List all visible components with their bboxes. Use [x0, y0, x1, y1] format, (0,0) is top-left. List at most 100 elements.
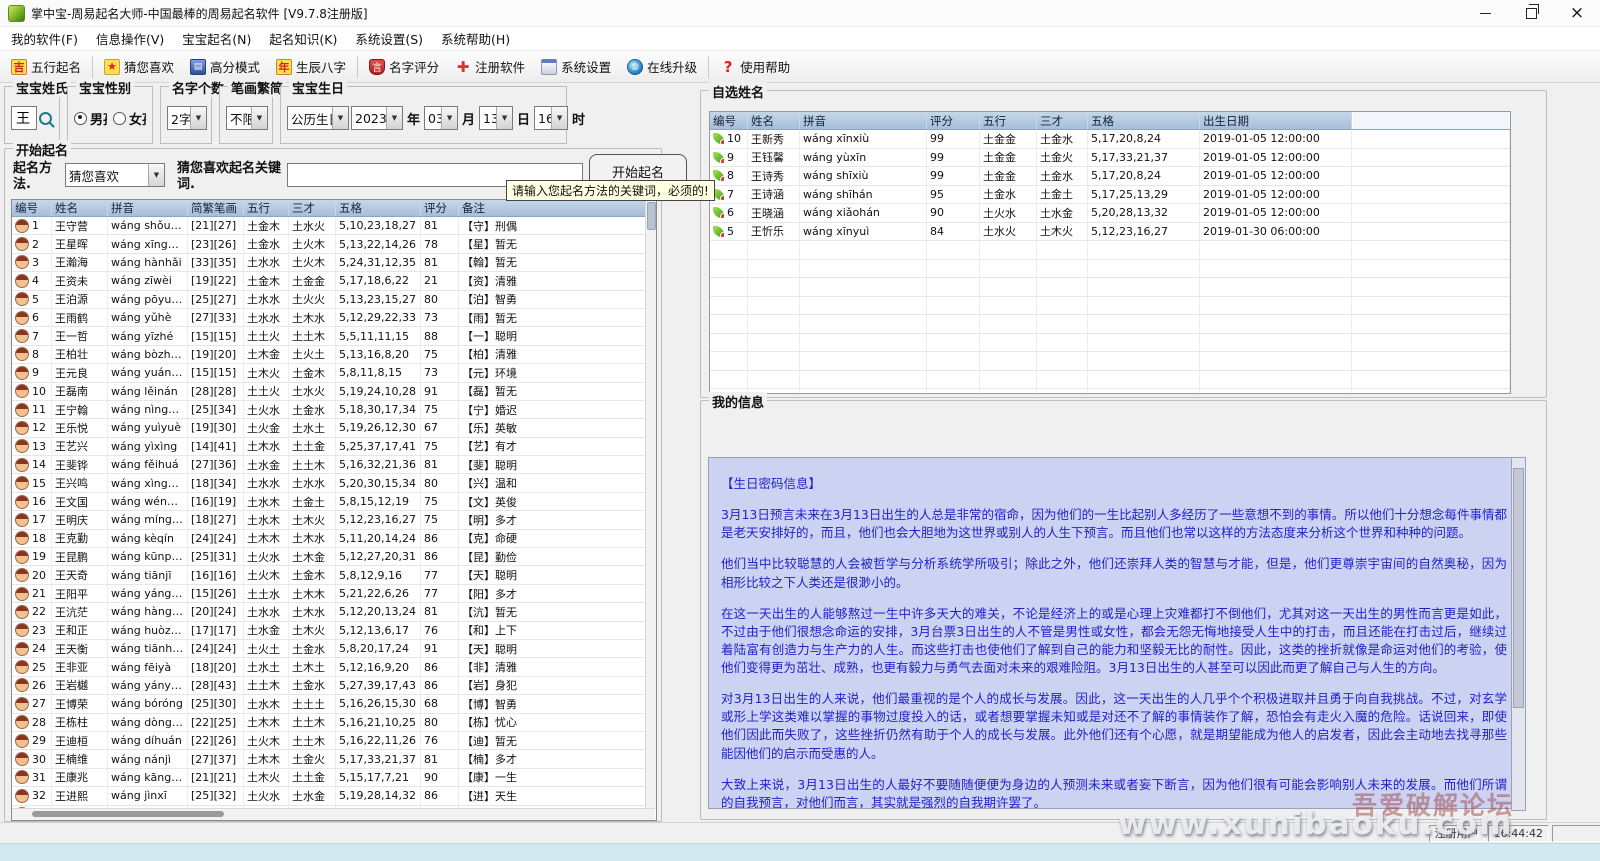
- column-header[interactable]: 五行: [980, 112, 1037, 129]
- table-row[interactable]: 3王瀚海wáng hànhǎi[33][35]土水水土火木5,24,31,12,…: [12, 254, 656, 272]
- table-row[interactable]: 10王磊南wáng lěinán[28][28]土土火土水火5,19,24,10…: [12, 383, 656, 401]
- toolbar-score-button[interactable]: 言名字评分: [361, 54, 447, 80]
- table-row[interactable]: 20王天奇wáng tiānjī[16][16]土火木土金木5,8,12,9,1…: [12, 566, 656, 584]
- name-count-select[interactable]: 2字▼: [167, 106, 207, 130]
- table-row[interactable]: 18王克勤wáng kèqín[24][24]土木木土木水5,11,20,14,…: [12, 530, 656, 548]
- surname-search-button[interactable]: [37, 106, 53, 130]
- table-row[interactable]: 10王新秀wáng xīnxiù99土金金土金水5,17,20,8,242019…: [710, 130, 1510, 149]
- column-header[interactable]: 三才: [1037, 112, 1088, 129]
- table-row[interactable]: 7王诗涵wáng shīhán95土金水土金土5,17,25,13,292019…: [710, 186, 1510, 205]
- surname-input[interactable]: [11, 106, 37, 130]
- results-vscroll-thumb[interactable]: [647, 202, 656, 230]
- column-header[interactable]: 评分: [421, 200, 459, 216]
- table-row[interactable]: 17王明庆wáng míngqìng[18][27]土水木土木火5,12,23,…: [12, 511, 656, 529]
- table-row[interactable]: 8王诗秀wáng shīxiù99土金金土金水5,17,20,8,242019-…: [710, 167, 1510, 186]
- table-row[interactable]: 9王钰馨wáng yùxīn99土金金土金火5,17,33,21,372019-…: [710, 149, 1510, 168]
- table-row[interactable]: 9王元良wáng yuánl...[15][15]土木火土金木5,8,11,8,…: [12, 364, 656, 382]
- table-row[interactable]: 15王兴鸣wáng xìngmíng[18][34]土水水土水水5,20,30,…: [12, 474, 656, 492]
- table-row[interactable]: 12王乐悦wáng yuìyuè[19][30]土火金土水土5,19,26,12…: [12, 419, 656, 437]
- method-select[interactable]: 猜您喜欢▼: [65, 163, 165, 187]
- menu-item[interactable]: 信息操作(V): [87, 29, 173, 48]
- column-header[interactable]: 五格: [1088, 112, 1200, 129]
- table-row[interactable]: 27王博荣wáng bóróng[25][30]土水木土土土5,16,26,15…: [12, 695, 656, 713]
- table-row[interactable]: 14王斐铧wáng fěihuá[27][36]土水金土土木5,16,32,21…: [12, 456, 656, 474]
- table-row[interactable]: 5王忻乐wáng xīnyuì84土水火土木火5,12,23,16,272019…: [710, 223, 1510, 242]
- column-header[interactable]: 简繁笔画: [188, 200, 244, 216]
- table-row[interactable]: [710, 371, 1510, 390]
- info-vscroll-thumb[interactable]: [1513, 468, 1524, 708]
- table-row[interactable]: 28王栋柱wáng dòngzhù[22][25]土木木土土木5,16,21,1…: [12, 714, 656, 732]
- minimize-button[interactable]: [1462, 0, 1508, 26]
- table-row[interactable]: 4王资未wáng zīwèi[19][22]土金木土金金5,17,18,6,22…: [12, 272, 656, 290]
- table-row[interactable]: 19王昆鹏wáng kūnpéng[25][31]土火水土木金5,12,27,2…: [12, 548, 656, 566]
- table-row[interactable]: 30王楠维wáng nánjì[27][37]土木木土金火5,17,33,21,…: [12, 750, 656, 768]
- column-header[interactable]: 出生日期: [1200, 112, 1352, 129]
- table-row[interactable]: 16王文国wáng wénguó[16][19]土水木土金土5,8,15,12,…: [12, 493, 656, 511]
- menu-item[interactable]: 系统帮助(H): [432, 29, 519, 48]
- menu-item[interactable]: 系统设置(S): [346, 29, 432, 48]
- table-row[interactable]: 11王宁翰wáng nìnghàn[25][34]土火水土金水5,18,30,1…: [12, 401, 656, 419]
- results-horizontal-scrollbar[interactable]: [12, 808, 655, 820]
- gender-male-radio[interactable]: 男孩: [74, 109, 107, 128]
- table-row[interactable]: 13王艺兴wáng yìxìng[14][41]土木水土土金5,25,37,17…: [12, 438, 656, 456]
- table-row[interactable]: [710, 297, 1510, 316]
- close-button[interactable]: ×: [1554, 0, 1600, 26]
- info-vertical-scrollbar[interactable]: [1511, 457, 1526, 811]
- toolbar-wuxing-button[interactable]: 吉五行起名: [3, 54, 89, 80]
- table-row[interactable]: 25王非亚wáng fēiyà[18][20]土水土土木土5,12,16,9,2…: [12, 658, 656, 676]
- column-header[interactable]: 三才: [289, 200, 336, 216]
- day-select[interactable]: 13▼: [479, 106, 513, 130]
- table-row[interactable]: 5王泊源wáng pōyuán[25][27]土水水土火火5,13,23,15,…: [12, 291, 656, 309]
- table-row[interactable]: 24王天衡wáng tiānhéng[24][24]土火土土金水5,8,20,1…: [12, 640, 656, 658]
- table-row[interactable]: 6王晓涵wáng xiǎohán90土火水土水金5,20,28,13,32201…: [710, 204, 1510, 223]
- table-row[interactable]: 22王沆茫wáng hàngmáng[20][24]土水水土木水5,12,20,…: [12, 603, 656, 621]
- table-row[interactable]: 31王康兆wáng kāngzhào[21][21]土木火土土金5,15,17,…: [12, 769, 656, 787]
- gender-female-radio[interactable]: 女孩: [113, 109, 146, 128]
- column-header[interactable]: 评分: [927, 112, 980, 129]
- table-row[interactable]: 7王一哲wáng yīzhé[15][15]土土火土土木5,5,11,11,15…: [12, 327, 656, 345]
- results-hscroll-thumb[interactable]: [32, 811, 224, 817]
- strokes-select[interactable]: 不限▼: [226, 106, 268, 130]
- toolbar-sysconfig-button[interactable]: 系统设置: [533, 54, 619, 80]
- toolbar-highscore-button[interactable]: ▤高分模式: [182, 54, 268, 80]
- column-header[interactable]: 编号: [12, 200, 52, 216]
- table-row[interactable]: [710, 241, 1510, 260]
- toolbar-help-button[interactable]: ?使用帮助: [712, 54, 798, 80]
- column-header[interactable]: 编号: [710, 112, 748, 129]
- column-header[interactable]: 五格: [336, 200, 421, 216]
- table-row[interactable]: 6王雨鹤wáng yǔhè[27][33]土水水土木水5,12,29,22,33…: [12, 309, 656, 327]
- column-header[interactable]: 拼音: [800, 112, 927, 129]
- table-row[interactable]: [710, 352, 1510, 371]
- table-row[interactable]: 2王星晖wáng xīnghuī[23][26]土金水土火木5,13,22,14…: [12, 235, 656, 253]
- column-header[interactable]: 姓名: [748, 112, 800, 129]
- restore-button[interactable]: [1508, 0, 1554, 26]
- toolbar-register-button[interactable]: ✚注册软件: [447, 54, 533, 80]
- toolbar-star-button[interactable]: ★猜您喜欢: [96, 54, 182, 80]
- menu-item[interactable]: 我的软件(F): [2, 29, 87, 48]
- table-row[interactable]: [710, 278, 1510, 297]
- results-vertical-scrollbar[interactable]: [645, 200, 656, 809]
- menu-item[interactable]: 宝宝起名(N): [173, 29, 260, 48]
- toolbar-bazi-button[interactable]: 年生辰八字: [268, 54, 354, 80]
- calendar-select[interactable]: 公历生日▼: [287, 106, 349, 130]
- column-header[interactable]: 拼音: [108, 200, 188, 216]
- hour-select[interactable]: 16▼: [534, 106, 568, 130]
- table-row[interactable]: [710, 260, 1510, 279]
- column-header[interactable]: 五行: [244, 200, 289, 216]
- column-header[interactable]: 备注: [459, 200, 649, 216]
- table-row[interactable]: 8王柏壮wáng bòzhuàng[19][20]土木金土火土5,13,16,8…: [12, 346, 656, 364]
- year-select[interactable]: 2023▼: [351, 106, 403, 130]
- month-select[interactable]: 03▼: [424, 106, 458, 130]
- table-row[interactable]: 21王阳平wáng yángpíng[15][26]土土水土木木5,21,22,…: [12, 585, 656, 603]
- table-row[interactable]: [710, 315, 1510, 334]
- column-header[interactable]: 姓名: [52, 200, 108, 216]
- menu-item[interactable]: 起名知识(K): [260, 29, 346, 48]
- table-row[interactable]: 26王岩樾wáng yányuè[28][43]土土木土金水5,27,39,17…: [12, 677, 656, 695]
- table-row[interactable]: 1王守营wáng shǒuyíng[21][27]土金木土水火5,10,23,1…: [12, 217, 656, 235]
- toolbar-upgrade-button[interactable]: ◍在线升级: [619, 54, 705, 80]
- table-row[interactable]: 32王进熙wáng jìnxī[25][32]土火水土水金5,19,28,14,…: [12, 787, 656, 805]
- table-row[interactable]: 29王迪桓wáng díhuán[22][26]土火木土土木5,16,22,11…: [12, 732, 656, 750]
- table-row[interactable]: [710, 389, 1510, 393]
- table-row[interactable]: 23王和正wáng huòzhēng[17][17]土水金土木火5,12,13,…: [12, 622, 656, 640]
- table-row[interactable]: [710, 334, 1510, 353]
